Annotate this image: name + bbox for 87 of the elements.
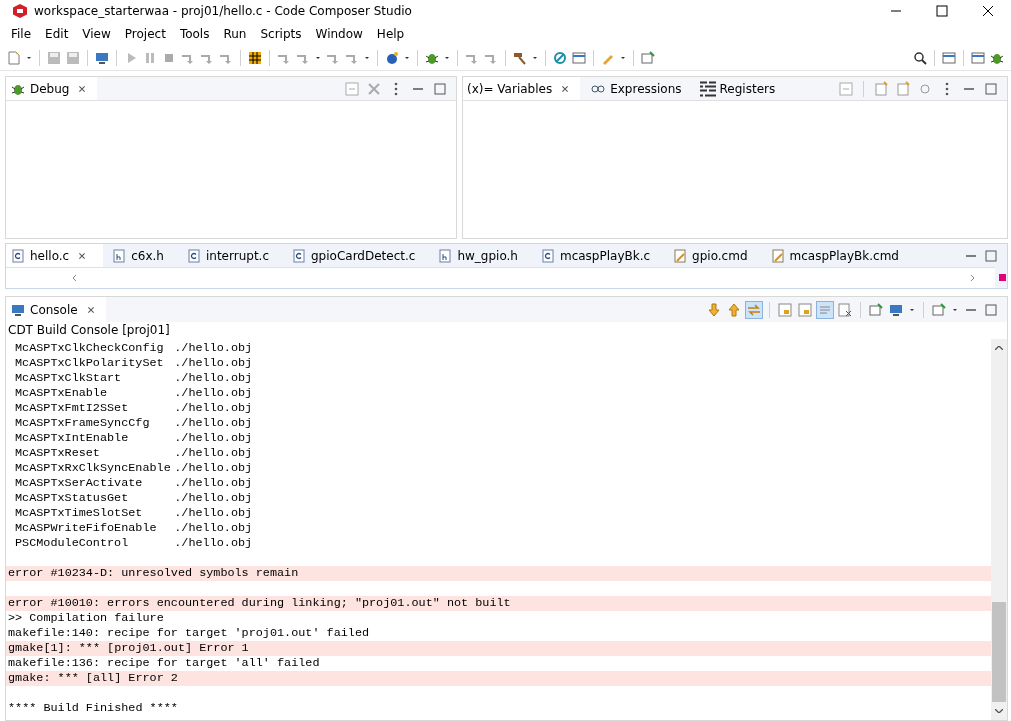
- file-path: ./hello.obj: [174, 521, 253, 536]
- app-logo-icon: [12, 3, 28, 19]
- ball-icon[interactable]: [384, 49, 400, 66]
- file-path: ./hello.obj: [174, 341, 253, 356]
- remove-all-icon[interactable]: [366, 80, 382, 97]
- file-path: ./hello.obj: [174, 491, 253, 506]
- menu-item[interactable]: Project: [117, 26, 173, 41]
- scrollbar-thumb[interactable]: [992, 602, 1006, 702]
- c-file-icon: [185, 247, 202, 264]
- c-file-icon: [291, 247, 307, 264]
- maximize-icon[interactable]: [432, 80, 448, 97]
- view-tab[interactable]: Registers: [695, 77, 784, 100]
- no-entry-icon[interactable]: [552, 49, 568, 66]
- symbol-name: McASPTxClkStart: [15, 371, 123, 386]
- symbol-name: McASPTxSerActivate: [15, 476, 144, 491]
- editor-tab[interactable]: c6x.h: [107, 244, 178, 267]
- menu-item[interactable]: File: [4, 26, 39, 41]
- menu-item[interactable]: Help: [369, 26, 412, 41]
- menu-item[interactable]: Scripts: [253, 26, 309, 41]
- view-tab[interactable]: (x)= Variables: [463, 77, 581, 100]
- maximize-icon[interactable]: [983, 80, 999, 97]
- up-arrow-icon[interactable]: [726, 301, 742, 318]
- view-tab[interactable]: Expressions: [586, 77, 690, 100]
- c-file-icon: [539, 247, 556, 264]
- save-all-icon[interactable]: [65, 49, 81, 66]
- save-icon[interactable]: [46, 49, 62, 66]
- file-path: ./hello.obj: [174, 446, 253, 461]
- maximize-icon[interactable]: [983, 301, 999, 318]
- editor-tab[interactable]: mcaspPlayBk.c: [535, 244, 665, 267]
- file-path: ./hello.obj: [174, 416, 253, 431]
- view-tab[interactable]: Debug: [6, 77, 98, 100]
- symbol-name: McASPTxFmtI2SSet: [15, 401, 130, 416]
- header-file-icon: [437, 247, 454, 264]
- symbol-name: McASPTxStatusGet: [15, 491, 130, 506]
- symbol-name: McASPTxIntEnable: [15, 431, 130, 446]
- open-perspective-icon[interactable]: [941, 49, 957, 66]
- symbol-name: McASPTxTimeSlotSet: [15, 506, 144, 521]
- clear-console-icon[interactable]: [837, 301, 853, 318]
- perspective-icon[interactable]: [970, 49, 986, 66]
- header-file-icon: [111, 247, 128, 264]
- console-line: makefile:140: recipe for target 'proj01.out' failed: [7, 626, 371, 641]
- file-path: ./hello.obj: [174, 386, 253, 401]
- pencil-file-icon: [769, 247, 786, 264]
- search-icon[interactable]: [912, 49, 928, 66]
- editor-tab[interactable]: hw_gpio.h: [433, 244, 532, 267]
- editor-tab[interactable]: gpioCardDetect.c: [287, 244, 430, 267]
- error-marker-icon: [999, 274, 1006, 281]
- collapse-all-icon[interactable]: [838, 80, 854, 97]
- c-file-icon: [10, 247, 26, 264]
- symbol-name: McASPTxClkPolaritySet: [15, 356, 165, 371]
- symbol-name: McASPTxReset: [15, 446, 101, 461]
- editor-tab[interactable]: gpio.cmd: [668, 244, 762, 267]
- editor-tab[interactable]: mcaspPlayBk.cmd: [765, 244, 913, 267]
- editor-tab[interactable]: hello.c: [6, 244, 104, 267]
- menu-item[interactable]: Run: [216, 26, 254, 41]
- file-path: ./hello.obj: [174, 371, 253, 386]
- view-tab[interactable]: Console: [6, 297, 106, 322]
- maximize-icon[interactable]: [983, 247, 999, 264]
- file-path: ./hello.obj: [174, 476, 253, 491]
- menu-item[interactable]: Window: [308, 26, 370, 41]
- menu-item[interactable]: Edit: [38, 26, 76, 41]
- vertical-scrollbar[interactable]: [991, 339, 1007, 720]
- symbol-name: PSCModuleControl: [15, 536, 130, 551]
- pencil-file-icon: [672, 247, 689, 264]
- symbol-name: McASPTxFrameSyncCfg: [15, 416, 151, 431]
- symbol-name: McASPTxClkCheckConfig: [15, 341, 165, 356]
- editor-tab[interactable]: interrupt.c: [181, 244, 283, 267]
- file-path: ./hello.obj: [174, 401, 253, 416]
- file-path: ./hello.obj: [174, 461, 253, 476]
- swap-arrows-icon[interactable]: [746, 301, 762, 318]
- file-path: ./hello.obj: [174, 536, 253, 551]
- file-path: ./hello.obj: [174, 431, 253, 446]
- file-path: ./hello.obj: [174, 506, 253, 521]
- collapse-all-icon[interactable]: [344, 80, 360, 97]
- console-line: >> Compilation failure: [7, 611, 165, 626]
- grid-icon[interactable]: [247, 49, 263, 66]
- file-path: ./hello.obj: [174, 356, 253, 371]
- console-line: makefile:136: recipe for target 'all' failed: [7, 656, 321, 671]
- symbol-name: McASPTxEnable: [15, 386, 109, 401]
- window-title: workspace_starterwaa - proj01/hello.c - Code Composer Studio: [34, 4, 413, 18]
- console-line: **** Build Finished ****: [7, 701, 179, 716]
- symbol-name: McASPWriteFifoEnable: [15, 521, 158, 536]
- menu-item[interactable]: Tools: [172, 26, 217, 41]
- menu-item[interactable]: View: [75, 26, 118, 41]
- symbol-name: McASPTxRxClkSyncEnable: [15, 461, 172, 476]
- new-file-icon[interactable]: [6, 49, 22, 66]
- down-arrow-icon[interactable]: [706, 301, 722, 318]
